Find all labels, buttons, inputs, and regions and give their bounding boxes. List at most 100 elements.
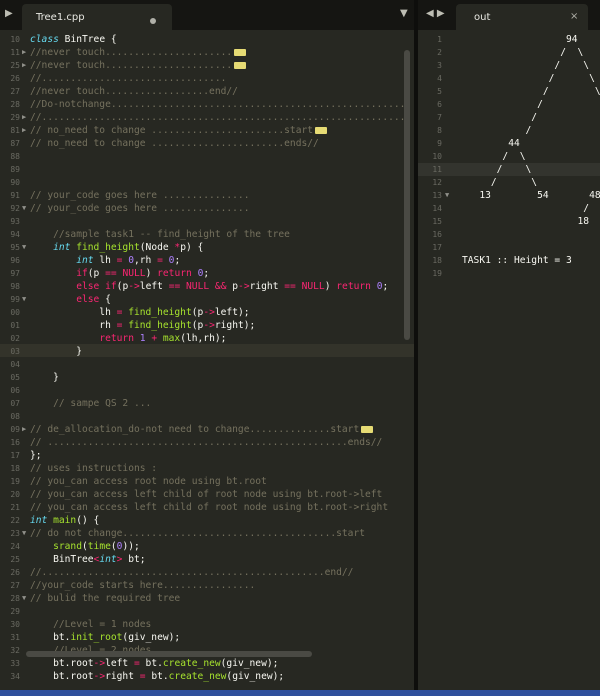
fold-expanded-icon[interactable]: ▼ — [22, 202, 26, 215]
fold-expanded-icon[interactable]: ▼ — [22, 592, 26, 605]
fold-expanded-icon[interactable]: ▼ — [22, 293, 26, 306]
tab-tree1-cpp[interactable]: Tree1.cpp — [22, 4, 172, 30]
code-line[interactable]: 11 ▶ //never touch...................... — [0, 46, 414, 59]
code-line[interactable]: 17}; — [0, 449, 414, 462]
code-line[interactable]: 99 ▼ else { — [0, 293, 414, 306]
code-line[interactable]: 10 class BinTree { — [0, 33, 414, 46]
code-line[interactable]: 34 bt.root->right = bt.create_new(giv_ne… — [0, 670, 414, 683]
code-line[interactable]: 87 // no_need to change .................… — [0, 137, 414, 150]
code-line[interactable]: 24 srand(time(0)); — [0, 540, 414, 553]
code-line[interactable]: 33 bt.root->left = bt.create_new(giv_new… — [0, 657, 414, 670]
output-line[interactable]: 12 / \ / — [418, 176, 600, 189]
code-line[interactable]: 01 rh = find_height(p->right); — [0, 319, 414, 332]
output-line[interactable]: 1 94 — [418, 33, 600, 46]
horizontal-scrollbar[interactable] — [26, 651, 312, 657]
code-line[interactable]: 89 — [0, 163, 414, 176]
folded-region-icon[interactable] — [234, 61, 247, 69]
code-line[interactable]: 81 ▶ // no_need to change ................… — [0, 124, 414, 137]
code-line[interactable]: 16 // ...................................… — [0, 436, 414, 449]
line-number: 92 — [10, 204, 20, 213]
code-line[interactable]: 30 //Level = 1 nodes — [0, 618, 414, 631]
code-line[interactable]: 26 //....................................… — [0, 566, 414, 579]
code-line[interactable]: 28 ▼ // bulid the required tree — [0, 592, 414, 605]
output-line[interactable]: 11 / \ / — [418, 163, 600, 176]
code-line[interactable]: 94 //sample task1 -- find_height of the … — [0, 228, 414, 241]
code-line[interactable]: 25 ▶ //never touch...................... — [0, 59, 414, 72]
tab-dropdown-icon[interactable]: ▼ — [400, 8, 408, 19]
vertical-scrollbar[interactable] — [404, 50, 410, 340]
code-line[interactable]: 20 // you_can access left child of root n… — [0, 488, 414, 501]
output-line[interactable]: 14 / \ — [418, 202, 600, 215]
code-line[interactable]: 04 — [0, 358, 414, 371]
tab-out[interactable]: out × — [456, 4, 588, 30]
code-text: rh = find_height(p->right); — [30, 320, 256, 331]
output-line[interactable]: 17 — [418, 241, 600, 254]
fold-expanded-icon[interactable]: ▼ — [445, 189, 449, 202]
output-line[interactable]: 7 / \ — [418, 111, 600, 124]
output-line[interactable]: 19 — [418, 267, 600, 280]
code-line[interactable]: 28 //Do-notchange........................… — [0, 98, 414, 111]
output-line[interactable]: 16 — [418, 228, 600, 241]
code-line[interactable]: 02 return 1 + max(lh,rh); — [0, 332, 414, 345]
code-line[interactable]: 27 //your_code starts here...............… — [0, 579, 414, 592]
output-line[interactable]: 8 / \ — [418, 124, 600, 137]
code-line[interactable]: 05 } — [0, 371, 414, 384]
fold-expanded-icon[interactable]: ▼ — [22, 527, 26, 540]
output-line[interactable]: 15 18 55 — [418, 215, 600, 228]
code-line[interactable]: 29 ▶ //...................................… — [0, 111, 414, 124]
fold-collapsed-icon[interactable]: ▶ — [22, 46, 26, 59]
code-line[interactable]: 93 — [0, 215, 414, 228]
folded-region-icon[interactable] — [361, 425, 374, 433]
code-line[interactable]: 96 int lh = 0,rh = 0; — [0, 254, 414, 267]
code-line[interactable]: 90 — [0, 176, 414, 189]
code-line[interactable]: 07 // sampe QS 2 ... — [0, 397, 414, 410]
code-line[interactable]: 03 } — [0, 345, 414, 358]
code-line[interactable]: 31 bt.init_root(giv_new); — [0, 631, 414, 644]
tab-nav-arrows-icon[interactable]: ◀ ▶ — [426, 8, 445, 19]
code-line[interactable]: 27 //never touch..................end// — [0, 85, 414, 98]
output-line[interactable]: 9 44 62 — [418, 137, 600, 150]
output-line[interactable]: 6 / \ — [418, 98, 600, 111]
line-number: 88 — [10, 152, 20, 161]
code-line[interactable]: 09 ▶ // de_allocation_do-not need to chang… — [0, 423, 414, 436]
code-line[interactable]: 18 // uses instructions : — [0, 462, 414, 475]
fold-expanded-icon[interactable]: ▼ — [22, 241, 26, 254]
folded-region-icon[interactable] — [234, 48, 247, 56]
code-line[interactable]: 21 // you_can access left child of root n… — [0, 501, 414, 514]
output-line[interactable]: 13 ▼ 13 54 48 — [418, 189, 600, 202]
code-line[interactable]: 08 — [0, 410, 414, 423]
output-line[interactable]: 5 / \ — [418, 85, 600, 98]
output-line[interactable]: 3 / \ — [418, 59, 600, 72]
code-line[interactable]: 95 ▼ int find_height(Node *p) { — [0, 241, 414, 254]
output-line[interactable]: 10 / \ / — [418, 150, 600, 163]
fold-collapsed-icon[interactable]: ▶ — [22, 124, 26, 137]
code-line[interactable]: 06 — [0, 384, 414, 397]
code-line[interactable]: 22 int main() { — [0, 514, 414, 527]
code-line[interactable]: 92 ▼ // your_code goes here ..............… — [0, 202, 414, 215]
output-pane[interactable]: 1 942 / \3 / \4 / \5 / \6 / \7 / \8 / \9 — [418, 30, 600, 696]
output-line[interactable]: 18 TASK1 :: Height = 3 — [418, 254, 600, 267]
code-line[interactable]: 88 — [0, 150, 414, 163]
tab-nav-arrow-icon[interactable]: ▶ — [5, 8, 13, 19]
code-line[interactable]: 25 BinTree<int> bt; — [0, 553, 414, 566]
unsaved-dot-icon[interactable] — [150, 18, 156, 24]
code-line[interactable]: 98 else if(p->left == NULL && p->right =… — [0, 280, 414, 293]
code-line[interactable]: 29 — [0, 605, 414, 618]
code-line[interactable]: 97 if(p == NULL) return 0; — [0, 267, 414, 280]
line-number: 16 — [432, 230, 442, 239]
output-line[interactable]: 4 / \ — [418, 72, 600, 85]
output-line[interactable]: 2 / \ — [418, 46, 600, 59]
fold-collapsed-icon[interactable]: ▶ — [22, 59, 26, 72]
code-line[interactable]: 00 lh = find_height(p->left); — [0, 306, 414, 319]
fold-collapsed-icon[interactable]: ▶ — [22, 111, 26, 124]
folded-region-icon[interactable] — [315, 126, 328, 134]
code-editor-pane[interactable]: 10 class BinTree {11 ▶//never touch.......… — [0, 30, 414, 696]
code-line[interactable]: 23 ▼ // do not change.....................… — [0, 527, 414, 540]
output-text: 18 55 — [462, 216, 600, 227]
close-tab-icon[interactable]: × — [570, 11, 578, 22]
fold-collapsed-icon[interactable]: ▶ — [22, 423, 26, 436]
code-line[interactable]: 91 // your_code goes here ............... — [0, 189, 414, 202]
code-line[interactable]: 26 //................................ — [0, 72, 414, 85]
code-text: // uses instructions : — [30, 463, 158, 474]
code-line[interactable]: 19 // you_can access root node using bt.r… — [0, 475, 414, 488]
